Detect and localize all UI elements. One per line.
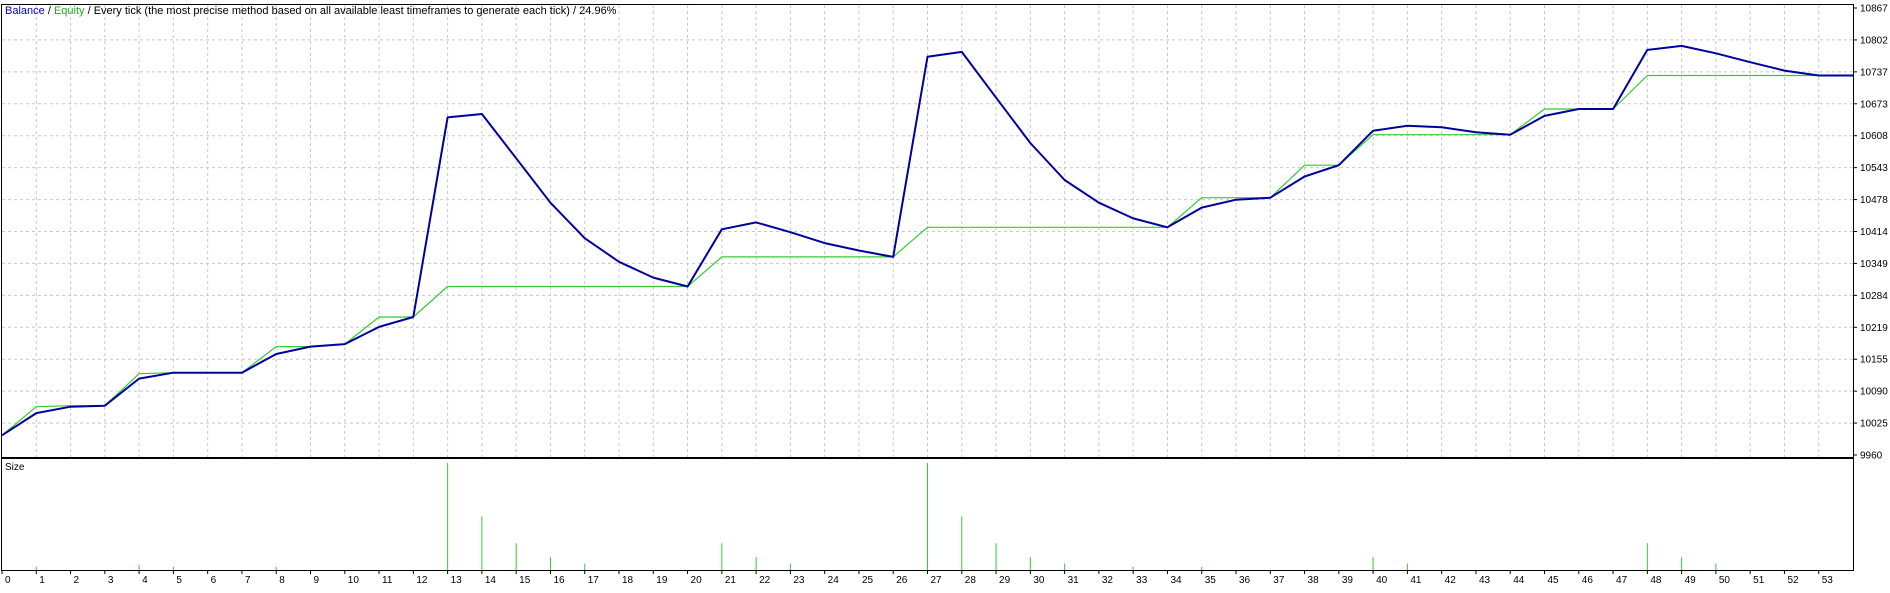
x-tick-label: 2	[74, 575, 80, 586]
legend-percent: 24.96%	[579, 5, 617, 17]
chart-svg: 1086710802107371067310608105431047810414…	[0, 0, 1890, 588]
x-tick-label: 38	[1308, 575, 1320, 586]
x-tick-label: 8	[279, 575, 285, 586]
x-tick-label: 41	[1410, 575, 1422, 586]
legend-sep-3: /	[570, 5, 579, 17]
x-tick-label: 12	[416, 575, 428, 586]
legend-equity: Equity	[54, 5, 85, 17]
x-tick-label: 40	[1376, 575, 1388, 586]
x-tick-label: 52	[1787, 575, 1799, 586]
x-tick-label: 5	[176, 575, 182, 586]
x-tick-label: 11	[382, 575, 393, 586]
size-panel-label: Size	[5, 462, 25, 473]
x-tick-label: 23	[793, 575, 805, 586]
y-tick-label: 10090	[1860, 387, 1888, 398]
y-tick-label: 10802	[1860, 35, 1888, 46]
x-tick-label: 28	[965, 575, 977, 586]
y-tick-label: 10737	[1860, 67, 1888, 78]
x-tick-label: 39	[1342, 575, 1354, 586]
x-tick-label: 44	[1513, 575, 1525, 586]
x-tick-label: 15	[519, 575, 531, 586]
x-tick-label: 18	[622, 575, 634, 586]
legend-sep-2: /	[85, 5, 94, 17]
x-tick-label: 9	[314, 575, 320, 586]
x-tick-label: 16	[553, 575, 565, 586]
x-tick-label: 7	[245, 575, 251, 586]
x-tick-label: 31	[1068, 575, 1080, 586]
x-tick-label: 26	[896, 575, 908, 586]
x-tick-label: 10	[348, 575, 360, 586]
y-tick-label: 10155	[1860, 355, 1888, 366]
y-tick-label: 10349	[1860, 259, 1888, 270]
x-tick-label: 49	[1685, 575, 1697, 586]
x-tick-label: 14	[485, 575, 497, 586]
y-tick-label: 10478	[1860, 195, 1888, 206]
x-tick-label: 45	[1548, 575, 1560, 586]
x-tick-label: 4	[142, 575, 148, 586]
y-tick-label: 10219	[1860, 323, 1888, 334]
y-tick-label: 10608	[1860, 131, 1888, 142]
x-tick-label: 20	[691, 575, 703, 586]
y-tick-label: 10284	[1860, 291, 1888, 302]
x-tick-label: 29	[999, 575, 1011, 586]
x-tick-label: 36	[1239, 575, 1251, 586]
x-tick-label: 19	[656, 575, 668, 586]
x-tick-label: 51	[1753, 575, 1765, 586]
legend-description: Every tick (the most precise method base…	[94, 5, 570, 17]
y-tick-label: 10543	[1860, 163, 1888, 174]
x-tick-label: 3	[108, 575, 114, 586]
y-tick-label: 10025	[1860, 419, 1888, 430]
balance-equity-chart: 10867 10802 10737 10673 10608 10543 10478 10414…	[0, 0, 1890, 588]
y-tick-label: 10867	[1860, 4, 1888, 15]
x-tick-label: 53	[1822, 575, 1834, 586]
y-tick-label: 10673	[1860, 99, 1888, 110]
chart-header: Balance / Equity / Every tick (the most …	[5, 5, 617, 17]
x-tick-label: 24	[828, 575, 840, 586]
x-tick-label: 27	[931, 575, 943, 586]
x-tick-label: 43	[1479, 575, 1491, 586]
x-tick-label: 6	[211, 575, 217, 586]
x-tick-label: 32	[1102, 575, 1114, 586]
y-tick-label: 9960	[1860, 451, 1883, 462]
x-tick-label: 1	[39, 575, 45, 586]
y-tick-label: 10414	[1860, 227, 1888, 238]
chart-background	[0, 0, 1890, 588]
x-tick-label: 47	[1616, 575, 1628, 586]
x-tick-label: 33	[1136, 575, 1148, 586]
x-tick-label: 0	[5, 575, 11, 586]
x-tick-label: 17	[588, 575, 600, 586]
x-tick-label: 13	[451, 575, 463, 586]
x-tick-label: 25	[862, 575, 874, 586]
legend-balance: Balance	[5, 5, 45, 17]
x-tick-label: 21	[725, 575, 737, 586]
x-tick-label: 34	[1170, 575, 1182, 586]
x-tick-label: 35	[1205, 575, 1217, 586]
x-tick-label: 50	[1719, 575, 1731, 586]
x-tick-label: 37	[1273, 575, 1285, 586]
x-tick-label: 42	[1445, 575, 1457, 586]
x-tick-label: 22	[759, 575, 771, 586]
legend-sep-1: /	[45, 5, 54, 17]
x-tick-label: 30	[1033, 575, 1045, 586]
x-tick-label: 48	[1650, 575, 1662, 586]
x-tick-label: 46	[1582, 575, 1594, 586]
